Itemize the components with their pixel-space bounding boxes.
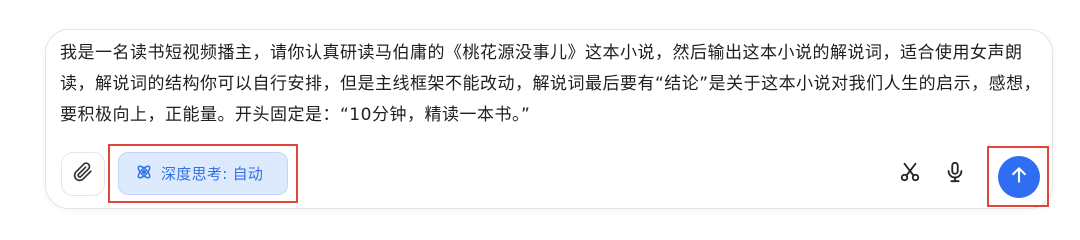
microphone-icon: [944, 161, 966, 187]
scissors-icon: [899, 161, 921, 187]
prompt-textarea[interactable]: 我是一名读书短视频播主，请你认真研读马伯庸的《桃花源没事儿》这本小说，然后输出这…: [60, 38, 1045, 131]
scissors-button[interactable]: [896, 160, 924, 188]
send-highlight: [987, 146, 1049, 207]
send-button[interactable]: [998, 156, 1040, 198]
deep-think-label: 深度思考: 自动: [161, 165, 264, 183]
atom-icon: [135, 163, 153, 185]
arrow-up-icon: [1009, 165, 1029, 189]
deep-think-toggle[interactable]: 深度思考: 自动: [118, 152, 288, 195]
microphone-button[interactable]: [941, 160, 969, 188]
paperclip-icon: [73, 162, 93, 186]
attach-button[interactable]: [61, 152, 105, 196]
deep-think-highlight: 深度思考: 自动: [108, 144, 298, 203]
